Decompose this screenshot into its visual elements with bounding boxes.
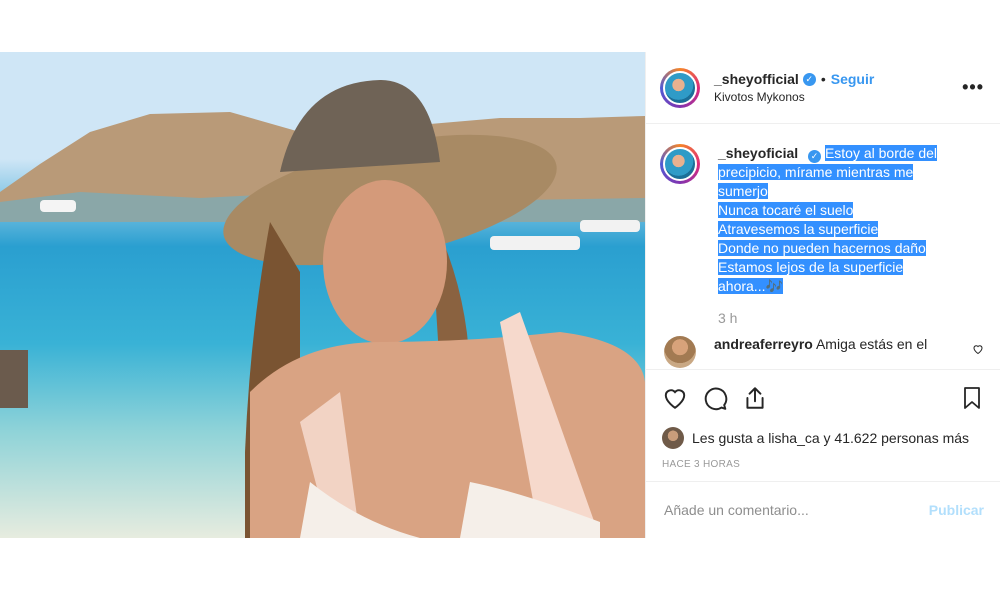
caption-time[interactable]: 3 h <box>718 310 984 326</box>
caption: _sheyoficial ✓ Estoy al borde del precip… <box>660 144 984 296</box>
comment-item: andreaferreyro Amiga estás en el <box>660 336 984 368</box>
post-sidebar: _sheyofficial ✓ • Seguir Kivotos Mykonos… <box>645 52 1000 538</box>
caption-line: Estamos lejos de la superficie <box>718 259 904 275</box>
caption-line: Estoy al borde del <box>824 145 938 161</box>
comments-section: _sheyoficial ✓ Estoy al borde del precip… <box>646 124 1000 370</box>
caption-line: Atravesemos la superficie <box>718 221 879 237</box>
instagram-post: _sheyofficial ✓ • Seguir Kivotos Mykonos… <box>0 52 1000 538</box>
commenter-username[interactable]: andreaferreyro <box>714 336 813 352</box>
caption-line: Nunca tocaré el suelo <box>718 202 854 218</box>
share-icon[interactable] <box>742 385 768 411</box>
caption-line: sumerjo <box>718 183 768 199</box>
caption-line: Donde no pueden hacernos daño <box>718 240 926 256</box>
post-timestamp[interactable]: HACE 3 HORAS <box>646 451 1000 482</box>
post-photo[interactable] <box>0 52 645 538</box>
caption-username[interactable]: _sheyoficial <box>718 145 798 161</box>
music-emoji-icon: 🎶 <box>765 278 783 294</box>
likes-row: Les gusta a lisha_ca y 41.622 personas m… <box>646 425 1000 451</box>
more-options-icon[interactable]: ••• <box>962 77 984 98</box>
comment-like-heart-icon[interactable] <box>972 342 984 360</box>
author-username[interactable]: _sheyofficial <box>714 71 799 87</box>
comment-text: Amiga estás en el <box>815 336 928 352</box>
comment-input[interactable] <box>662 501 929 519</box>
verified-badge-icon: ✓ <box>802 72 816 86</box>
author-avatar[interactable] <box>660 67 700 108</box>
caption-line: precipicio, mírame mientras me <box>718 164 914 180</box>
comment-icon[interactable] <box>702 385 728 411</box>
publish-button[interactable]: Publicar <box>929 502 984 518</box>
follow-button[interactable]: Seguir <box>831 71 875 87</box>
add-comment-box: Publicar <box>646 482 1000 538</box>
caption-avatar[interactable] <box>660 144 700 184</box>
likes-text[interactable]: Les gusta a lisha_ca y 41.622 personas m… <box>692 430 969 446</box>
action-bar <box>646 370 1000 425</box>
commenter-avatar[interactable] <box>664 336 696 368</box>
verified-badge-icon: ✓ <box>808 150 822 163</box>
post-header: _sheyofficial ✓ • Seguir Kivotos Mykonos… <box>646 52 1000 124</box>
liker-avatar[interactable] <box>662 427 684 449</box>
heart-icon[interactable] <box>662 385 688 411</box>
separator-dot: • <box>820 71 826 87</box>
caption-line: ahora... <box>718 278 766 294</box>
post-location[interactable]: Kivotos Mykonos <box>714 90 962 104</box>
bookmark-icon[interactable] <box>960 385 984 411</box>
